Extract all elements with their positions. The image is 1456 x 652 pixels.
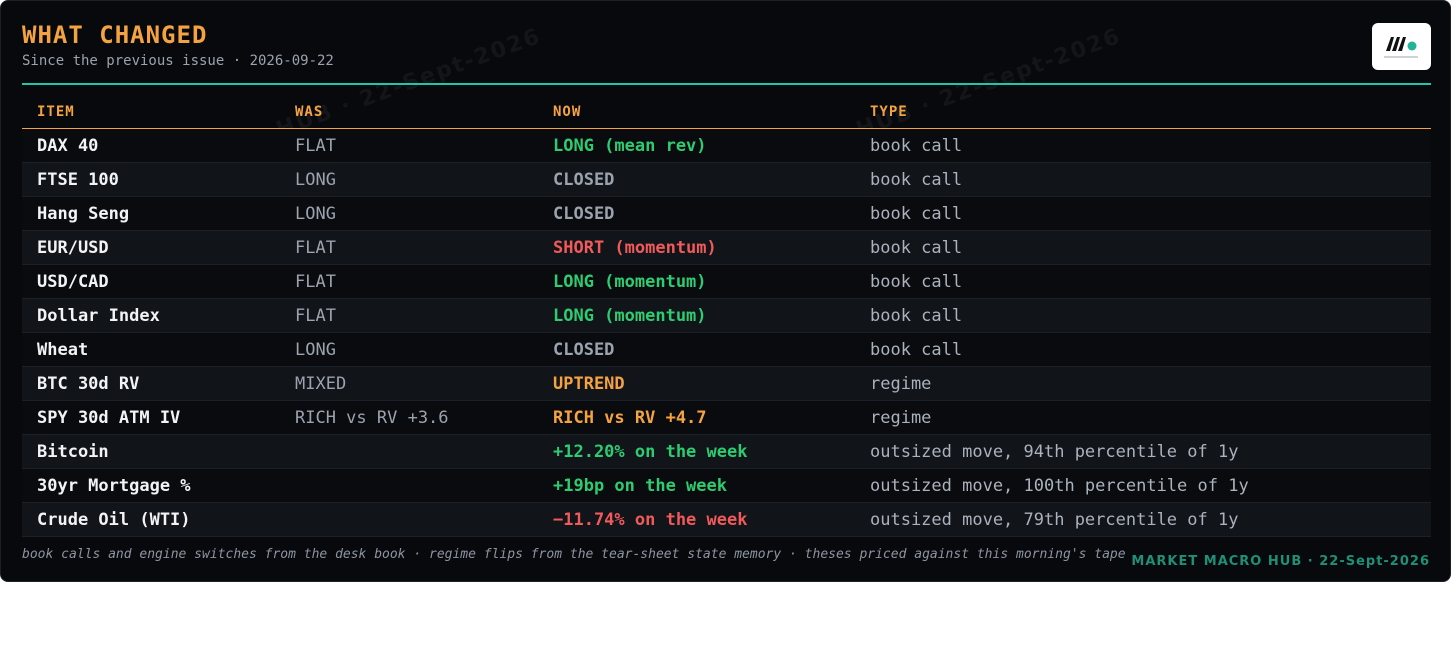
page-subtitle: Since the previous issue · 2026-09-22	[22, 53, 334, 69]
cell-now: +19bp on the week	[538, 468, 855, 503]
cell-was: FLAT	[280, 298, 538, 333]
cell-type: outsized move, 100th percentile of 1y	[855, 468, 1431, 503]
column-header-was: WAS	[280, 95, 538, 129]
cell-now: RICH vs RV +4.7	[538, 400, 855, 435]
changes-table: ITEM WAS NOW TYPE DAX 40 FLAT LONG (mean r…	[22, 95, 1431, 537]
cell-type: regime	[855, 366, 1431, 401]
cell-type: book call	[855, 264, 1431, 299]
cell-now: −11.74% on the week	[538, 502, 855, 537]
cell-item: 30yr Mortgage %	[22, 468, 280, 503]
cell-now: CLOSED	[538, 332, 855, 367]
cell-was: FLAT	[280, 230, 538, 265]
cell-was: LONG	[280, 196, 538, 231]
cell-type: book call	[855, 298, 1431, 333]
cell-item: EUR/USD	[22, 230, 280, 265]
market-macro-logo	[1372, 23, 1431, 70]
cell-item: BTC 30d RV	[22, 366, 280, 401]
cell-now: LONG (momentum)	[538, 264, 855, 299]
table-row: EUR/USD FLAT SHORT (momentum) book call	[22, 230, 1431, 265]
cell-item: Dollar Index	[22, 298, 280, 333]
logo-icon	[1384, 37, 1418, 58]
table-row: 30yr Mortgage % +19bp on the week outsized…	[22, 468, 1431, 503]
cell-type: outsized move, 94th percentile of 1y	[855, 434, 1431, 469]
cell-now: +12.20% on the week	[538, 434, 855, 469]
cell-item: DAX 40	[22, 128, 280, 163]
cell-item: USD/CAD	[22, 264, 280, 299]
cell-now: UPTREND	[538, 366, 855, 401]
cell-type: book call	[855, 162, 1431, 197]
cell-now: CLOSED	[538, 196, 855, 231]
cell-was: RICH vs RV +3.6	[280, 400, 538, 435]
cell-now: LONG (momentum)	[538, 298, 855, 333]
table-row: Bitcoin +12.20% on the week outsized move,…	[22, 434, 1431, 469]
cell-type: book call	[855, 128, 1431, 163]
cell-was	[280, 502, 538, 537]
what-changed-card: MARKET MACRO HUB · 22-Sept-2026 MARKET M…	[0, 0, 1451, 582]
cell-was: MIXED	[280, 366, 538, 401]
table-row: FTSE 100 LONG CLOSED book call	[22, 162, 1431, 197]
table-row: Hang Seng LONG CLOSED book call	[22, 196, 1431, 231]
cell-was: LONG	[280, 162, 538, 197]
cell-item: Bitcoin	[22, 434, 280, 469]
cell-item: SPY 30d ATM IV	[22, 400, 280, 435]
cell-item: Wheat	[22, 332, 280, 367]
cell-was: LONG	[280, 332, 538, 367]
cell-type: book call	[855, 230, 1431, 265]
table-header-row: ITEM WAS NOW TYPE	[22, 95, 1431, 129]
table-row: DAX 40 FLAT LONG (mean rev) book call	[22, 128, 1431, 163]
column-header-type: TYPE	[855, 95, 1431, 129]
cell-now: LONG (mean rev)	[538, 128, 855, 163]
table-row: BTC 30d RV MIXED UPTREND regime	[22, 366, 1431, 401]
footnote: book calls and engine switches from the …	[22, 547, 1126, 562]
cell-was: FLAT	[280, 128, 538, 163]
header-divider	[22, 83, 1431, 85]
table-row: Crude Oil (WTI) −11.74% on the week outsiz…	[22, 502, 1431, 537]
page-title: WHAT CHANGED	[22, 21, 208, 49]
table-row: Wheat LONG CLOSED book call	[22, 332, 1431, 367]
cell-type: book call	[855, 332, 1431, 367]
table-row: USD/CAD FLAT LONG (momentum) book call	[22, 264, 1431, 299]
table-row: SPY 30d ATM IV RICH vs RV +3.6 RICH vs RV …	[22, 400, 1431, 435]
cell-now: SHORT (momentum)	[538, 230, 855, 265]
cell-type: regime	[855, 400, 1431, 435]
table-row: Dollar Index FLAT LONG (momentum) book call	[22, 298, 1431, 333]
brand-label: MARKET MACRO HUB · 22-Sept-2026	[1131, 554, 1430, 569]
cell-item: FTSE 100	[22, 162, 280, 197]
cell-was: FLAT	[280, 264, 538, 299]
cell-was	[280, 468, 538, 503]
cell-type: book call	[855, 196, 1431, 231]
cell-now: CLOSED	[538, 162, 855, 197]
cell-was	[280, 434, 538, 469]
table-body: DAX 40 FLAT LONG (mean rev) book call FTSE 1…	[22, 128, 1431, 537]
column-header-item: ITEM	[22, 95, 280, 129]
column-header-now: NOW	[538, 95, 855, 129]
cell-item: Hang Seng	[22, 196, 280, 231]
cell-type: outsized move, 79th percentile of 1y	[855, 502, 1431, 537]
cell-item: Crude Oil (WTI)	[22, 502, 280, 537]
